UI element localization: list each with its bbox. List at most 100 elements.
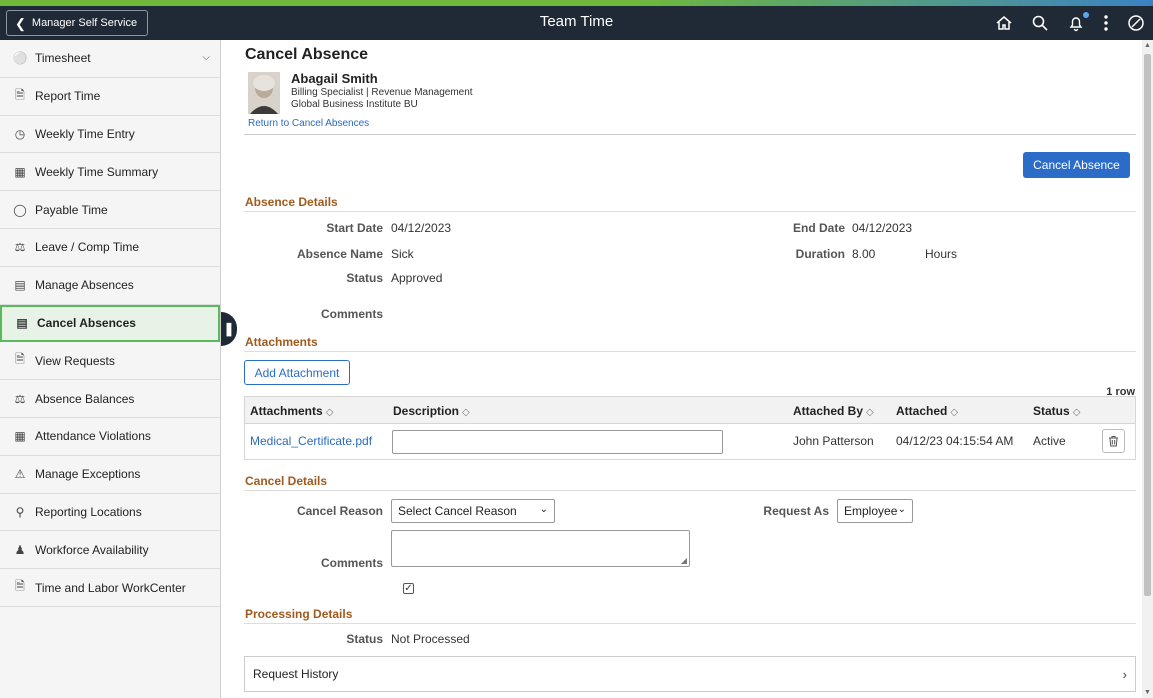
table-row: Medical_Certificate.pdf John Patterson 0… (245, 424, 1135, 459)
description-input[interactable] (392, 430, 723, 454)
sidebar-item-label: Attendance Violations (35, 429, 151, 444)
sidebar-item-label: View Requests (35, 353, 115, 368)
main-content: Cancel Absence Abagail Smith Billing Spe… (237, 40, 1142, 698)
sidebar-item-label: Manage Exceptions (35, 467, 141, 482)
duration-label: Duration (795, 247, 845, 261)
sidebar-item-label: Payable Time (35, 202, 108, 217)
attachment-file-link[interactable]: Medical_Certificate.pdf (250, 434, 372, 448)
processing-status-value: Not Processed (391, 632, 470, 646)
compass-icon[interactable] (1127, 14, 1145, 32)
chevron-down-icon: ⌄ (897, 504, 906, 515)
sidebar-item-leave-comp-time[interactable]: ⚖ Leave / Comp Time (0, 229, 220, 267)
end-date-value: 04/12/2023 (852, 221, 913, 235)
request-as-select[interactable]: Employee ⌄ (837, 499, 913, 523)
page-scrollbar[interactable]: ▲ ▼ (1142, 40, 1153, 698)
duration-unit: Hours (925, 247, 958, 261)
sidebar-item-time-labor-workcenter[interactable]: 🗎 Time and Labor WorkCenter (0, 569, 220, 607)
column-header-attached[interactable]: Attached ◇ (896, 404, 958, 418)
report-icon: 🗎 (15, 87, 25, 102)
cancel-details-heading: Cancel Details (245, 474, 328, 488)
back-button-label: Manager Self Service (31, 17, 138, 29)
sidebar-item-label: Weekly Time Summary (35, 164, 159, 179)
search-icon[interactable] (1031, 14, 1049, 32)
column-header-attachments[interactable]: Attachments ◇ (250, 404, 333, 418)
attached-by-value: John Patterson (793, 434, 874, 448)
cancel-comments-label: Comments (320, 556, 383, 570)
scroll-up-arrow-icon[interactable]: ▲ (1144, 42, 1151, 49)
request-history-row[interactable]: Request History › (244, 656, 1136, 692)
document-icon: 🗎 (15, 352, 25, 367)
sidebar-item-label: Report Time (35, 89, 101, 104)
warning-icon: ⚠ (14, 467, 26, 482)
sidebar-item-attendance-violations[interactable]: ▦ Attendance Violations (0, 418, 220, 456)
divider (244, 351, 1136, 352)
cancel-comments-textarea[interactable]: ◢ (391, 530, 690, 567)
person-clock-icon: ⚪ (12, 51, 28, 66)
column-header-attached-by[interactable]: Attached By ◇ (793, 404, 874, 418)
sidebar-item-label: Leave / Comp Time (35, 240, 140, 255)
sidebar-item-weekly-time-entry[interactable]: ◷ Weekly Time Entry (0, 116, 220, 154)
scale-icon: ⚖ (14, 391, 26, 406)
chevron-down-icon: ⌄ (539, 504, 548, 515)
comments-checkbox[interactable]: ✓ (403, 583, 414, 594)
avatar (248, 72, 280, 114)
sort-icon: ◇ (1072, 407, 1081, 418)
sidebar-item-payable-time[interactable]: ◯ Payable Time (0, 191, 220, 229)
divider (244, 623, 1136, 624)
sidebar-item-weekly-time-summary[interactable]: ▦ Weekly Time Summary (0, 153, 220, 192)
column-header-description[interactable]: Description ◇ (393, 404, 470, 418)
building-cancel-icon: ▤ (16, 316, 28, 331)
cancel-absence-button[interactable]: Cancel Absence (1023, 152, 1130, 178)
employee-job-title: Billing Specialist | Revenue Management (291, 87, 473, 98)
chevron-left-icon: ❮ (15, 15, 26, 31)
status-label: Status (346, 271, 383, 285)
sort-icon: ◇ (462, 407, 470, 418)
cancel-reason-select[interactable]: Select Cancel Reason ⌄ (391, 499, 555, 523)
duration-value: 8.00 (852, 247, 876, 261)
scrollbar-thumb[interactable] (1144, 54, 1151, 596)
sidebar-item-view-requests[interactable]: 🗎 View Requests (0, 342, 220, 381)
processing-status-label: Status (346, 632, 383, 646)
bell-icon[interactable] (1067, 12, 1089, 32)
request-as-label: Request As (763, 504, 829, 518)
employee-organization: Global Business Institute BU (291, 99, 418, 110)
sidebar-item-absence-balances[interactable]: ⚖ Absence Balances (0, 380, 220, 418)
sidebar-item-label: Manage Absences (35, 278, 134, 293)
more-icon[interactable] (1103, 14, 1109, 32)
end-date-label: End Date (792, 221, 845, 235)
sidebar-item-report-time[interactable]: 🗎 Report Time (0, 78, 220, 116)
calendar-grid-icon: ▦ (14, 164, 26, 179)
request-as-selected: Employee (844, 504, 898, 518)
sidebar-item-label: Timesheet (35, 51, 91, 66)
location-icon: ⚲ (15, 504, 25, 519)
sidebar-item-reporting-locations[interactable]: ⚲ Reporting Locations (0, 494, 220, 532)
top-navigation-bar: ❮ Manager Self Service Team Time (0, 6, 1153, 40)
home-icon[interactable] (995, 14, 1013, 32)
calendar-icon: ▦ (14, 429, 26, 444)
sidebar-item-label: Cancel Absences (37, 316, 136, 331)
sidebar-item-manage-absences[interactable]: ▤ Manage Absences (0, 267, 220, 305)
sidebar-item-label: Workforce Availability (35, 542, 149, 557)
building-icon: ▤ (14, 278, 26, 293)
divider (244, 211, 1136, 212)
resize-grip-icon[interactable]: ◢ (681, 556, 687, 565)
sidebar-item-cancel-absences[interactable]: ▤ Cancel Absences (0, 304, 220, 343)
sidebar-nav: ⚪ Timesheet ⌵ 🗎 Report Time ◷ Weekly Tim… (0, 40, 221, 698)
chevron-down-icon[interactable]: ⌵ (202, 52, 210, 63)
workcenter-icon: 🗎 (15, 579, 25, 594)
return-link[interactable]: Return to Cancel Absences (248, 118, 369, 129)
delete-attachment-button[interactable] (1102, 429, 1125, 453)
sidebar-item-timesheet[interactable]: ⚪ Timesheet ⌵ (0, 40, 220, 78)
scroll-down-arrow-icon[interactable]: ▼ (1144, 689, 1151, 696)
absence-details-heading: Absence Details (245, 195, 338, 209)
sort-icon: ◇ (950, 407, 959, 418)
attached-datetime-value: 04/12/23 04:15:54 AM (896, 434, 1014, 448)
trash-icon (1109, 436, 1118, 447)
sidebar-collapse-handle[interactable]: ❚ (221, 312, 237, 346)
sidebar-item-workforce-availability[interactable]: ♟ Workforce Availability (0, 531, 220, 570)
add-attachment-button[interactable]: Add Attachment (244, 360, 350, 385)
attachment-status-value: Active (1033, 434, 1066, 448)
sidebar-item-manage-exceptions[interactable]: ⚠ Manage Exceptions (0, 456, 220, 494)
back-button[interactable]: ❮ Manager Self Service (6, 10, 149, 36)
column-header-status[interactable]: Status ◇ (1033, 404, 1080, 418)
